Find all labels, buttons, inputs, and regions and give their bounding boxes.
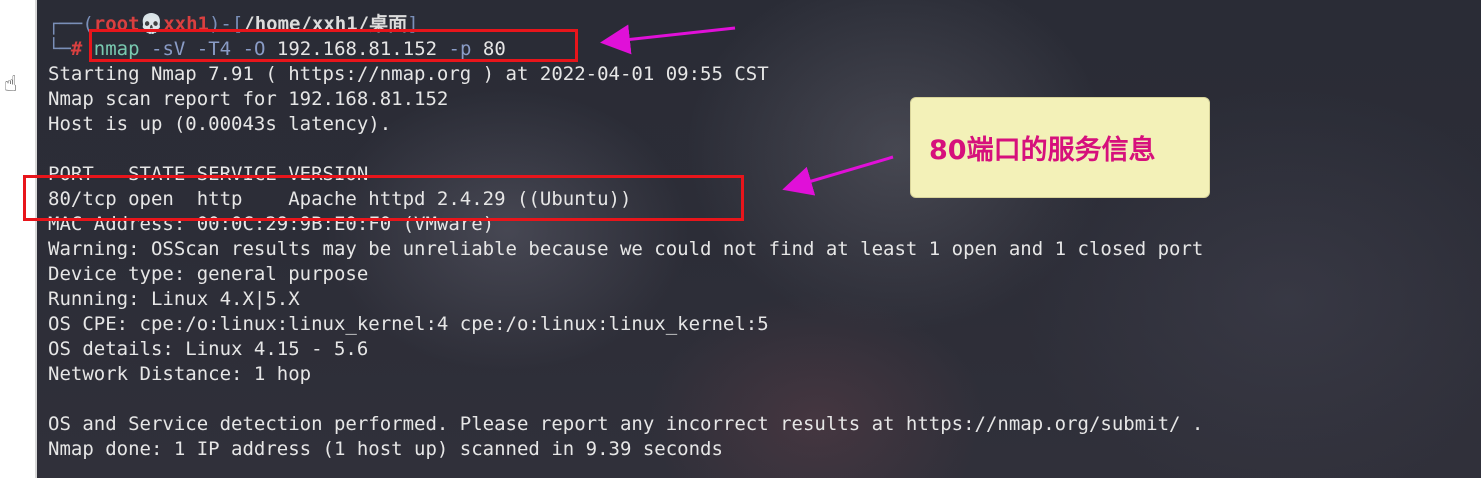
annotation-arrows xyxy=(600,24,894,196)
arrow-to-port xyxy=(782,155,894,196)
arrow-to-command xyxy=(600,24,736,55)
